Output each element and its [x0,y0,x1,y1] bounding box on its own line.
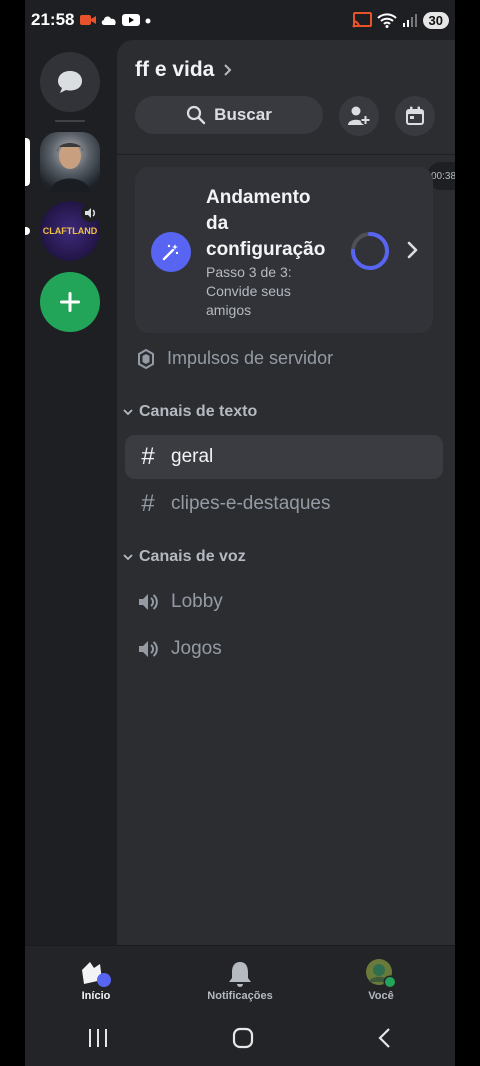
channel-name: clipes-e-destaques [171,493,331,514]
wifi-icon [376,13,397,28]
home-icon [82,962,111,987]
notification-icons [80,13,152,27]
channel-name: geral [171,446,214,467]
home-button-icon[interactable] [232,1027,254,1049]
nav-label: Início [81,990,111,1002]
search-icon [187,105,206,125]
speaker-icon [85,208,96,218]
events-button[interactable] [395,96,435,136]
plus-icon [60,292,80,312]
video-call-icon [80,15,97,25]
category-label: Canais de voz [139,548,246,565]
speaker-icon [139,641,158,657]
channel-clipes-e-destaques[interactable]: # clipes-e-destaques [125,482,443,526]
cloud-icon [102,16,117,25]
progress-ring [351,232,389,270]
status-time: 21:58 [31,10,75,29]
server-name: ff e vida [135,58,215,81]
bell-icon [229,962,251,987]
speaker-icon [139,594,158,610]
battery-indicator: 30 [422,11,449,29]
channel-name: Jogos [171,638,222,659]
channel-name: Lobby [171,591,223,612]
add-server-button[interactable] [40,272,100,332]
selected-server-pill [25,138,30,186]
cast-icon [352,12,372,28]
hashtag-icon: # [141,443,155,470]
category-text-channels[interactable]: Canais de texto [123,403,257,421]
nav-home[interactable]: Início [46,958,146,1002]
server-logo-text: CLAFTLAND [42,226,98,236]
voice-timer: 00:38 [431,170,455,182]
chat-bubble-icon [58,71,82,93]
signal-icon [402,14,417,27]
recent-apps-icon[interactable] [87,1028,109,1048]
youtube-icon [122,14,141,26]
category-voice-channels[interactable]: Canais de voz [123,548,246,566]
search-label: Buscar [214,105,272,124]
nav-label: Notificações [207,990,273,1002]
server-avatar-image [50,143,90,192]
channel-panel: ff e vida Buscar 00:38 Andamento da conf… [117,40,455,945]
hashtag-icon: # [141,490,155,517]
category-label: Canais de texto [139,403,258,420]
server-ff-e-vida[interactable] [40,132,100,192]
voice-channel-lobby[interactable]: Lobby [125,580,443,624]
status-bar: 21:58 30 [25,0,455,40]
system-navigation-bar [25,1010,455,1066]
setup-subtitle: Passo 3 de 3: Convide seus amigos [206,264,292,318]
server-name-header[interactable]: ff e vida [135,58,232,82]
chevron-down-icon [123,554,133,561]
rail-separator [55,120,85,122]
invite-members-button[interactable] [339,96,379,136]
nav-label: Você [368,990,394,1002]
server-boosts-label: Impulsos de servidor [167,348,334,368]
back-icon[interactable] [377,1027,393,1049]
add-person-icon [348,106,371,125]
unread-server-pill [25,227,30,235]
setup-progress-card[interactable]: Andamento da configuração Passo 3 de 3: … [135,167,433,333]
dot-icon [145,18,151,24]
channel-geral[interactable]: # geral [125,435,443,479]
magic-wand-icon [151,232,191,272]
search-button[interactable]: Buscar [135,96,323,134]
nav-you[interactable]: Você [331,958,431,1002]
voice-active-badge [81,204,99,222]
nav-notifications[interactable]: Notificações [190,958,290,1002]
chevron-right-icon [224,64,232,76]
chevron-right-icon [407,241,418,259]
setup-title: Andamento da configuração [206,187,326,260]
server-rail: CLAFTLAND [25,40,117,945]
boost-gem-icon [138,348,154,369]
chevron-down-icon [123,409,133,416]
app-window: 21:58 30 CLAFTLAND ff e vida Buscar 00:3… [25,0,455,1066]
calendar-icon [406,106,424,125]
server-boosts-item[interactable]: Impulsos de servidor [137,348,333,369]
header-divider [117,154,455,155]
avatar-icon [366,959,397,989]
voice-channel-jogos[interactable]: Jogos [125,627,443,671]
direct-messages-button[interactable] [40,52,100,112]
